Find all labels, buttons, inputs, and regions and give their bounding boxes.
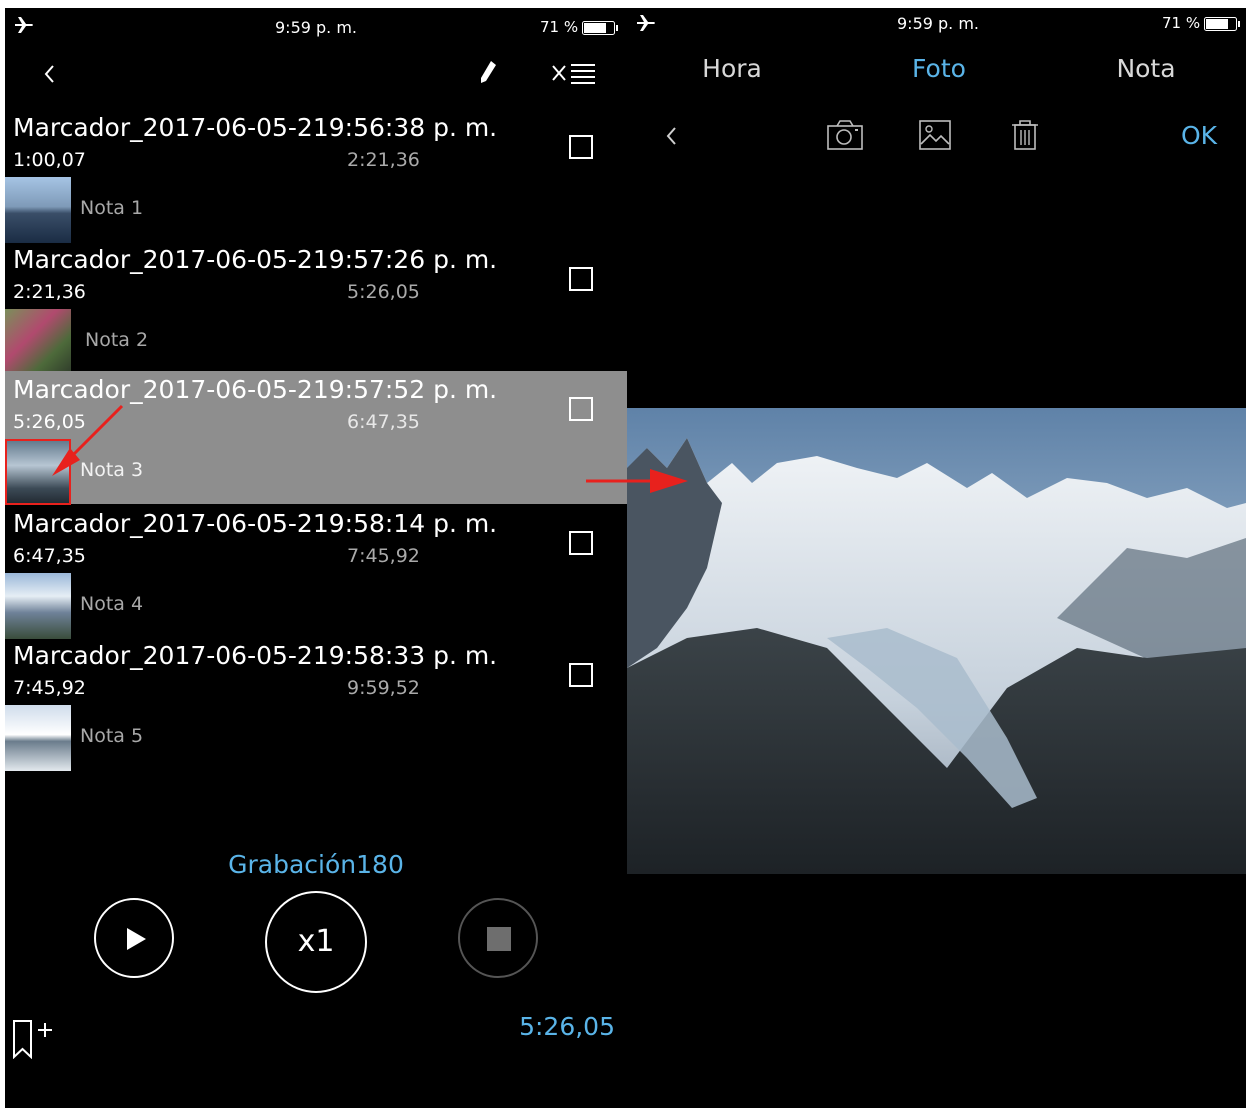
annotation-arrows [52, 404, 688, 493]
